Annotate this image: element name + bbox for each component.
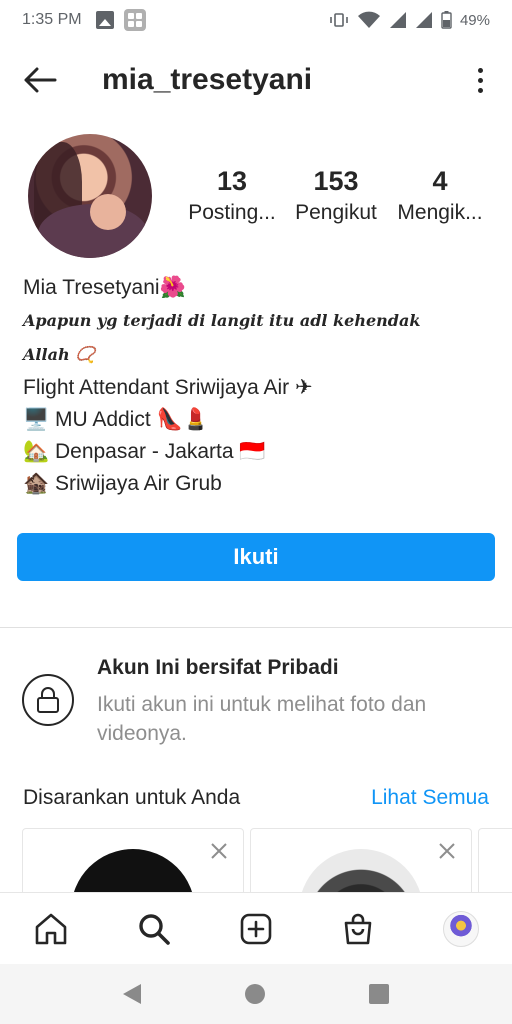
search-icon — [138, 913, 170, 945]
system-home-icon[interactable] — [245, 984, 265, 1004]
stat-following-label: Mengik... — [397, 201, 483, 224]
bio-group: 🏚️ Sriwijaya Air Grub — [23, 472, 222, 495]
status-time: 1:35 PM — [22, 11, 82, 28]
stat-posts-label: Posting... — [188, 201, 276, 224]
follow-button[interactable]: Ikuti — [17, 533, 495, 581]
profile-avatar[interactable] — [28, 134, 152, 258]
app-notification-icon — [123, 9, 146, 31]
arrow-left-icon — [24, 67, 57, 93]
nav-new-post[interactable] — [228, 901, 284, 957]
bio-occupation: Flight Attendant Sriwijaya Air ✈ — [23, 376, 313, 399]
system-navigation-bar — [0, 964, 512, 1024]
suggestion-card[interactable] — [478, 828, 512, 892]
close-icon[interactable] — [209, 841, 229, 861]
battery-percent: 49% — [459, 11, 490, 29]
lock-icon — [37, 687, 59, 713]
home-icon — [35, 913, 67, 944]
bio-line-addict: 🖥️ MU Addict 👠💄 — [23, 408, 209, 431]
stat-followers-count: 153 — [313, 166, 359, 196]
suggestion-card[interactable] — [22, 828, 244, 892]
profile-avatar-small — [442, 910, 479, 947]
bio-quote-line-2: Allah 📿 — [23, 345, 96, 364]
more-options-button[interactable] — [470, 62, 490, 98]
close-icon[interactable] — [437, 841, 457, 861]
private-notice-description: Ikuti akun ini untuk melihat foto dan vi… — [97, 693, 427, 745]
profile-stats: 13 Posting... 153 Pengikut 4 Mengik... — [180, 164, 492, 228]
profile-header: mia_tresetyani — [0, 52, 512, 108]
profile-display-name: Mia Tresetyani🌺 — [23, 276, 186, 299]
suggestion-avatar[interactable] — [71, 849, 195, 892]
private-account-notice: Akun Ini bersifat Pribadi Ikuti akun ini… — [22, 656, 492, 756]
suggestions-header: Disarankan untuk Anda Lihat Semua — [23, 786, 489, 810]
suggestions-title: Disarankan untuk Anda — [23, 786, 241, 809]
stat-followers-label: Pengikut — [295, 201, 377, 224]
stat-followers[interactable]: 153 Pengikut — [284, 164, 388, 228]
status-bar: 1:35 PM 49% — [0, 0, 512, 40]
private-notice-title: Akun Ini bersifat Pribadi — [97, 656, 339, 679]
nav-search[interactable] — [126, 901, 182, 957]
stat-posts[interactable]: 13 Posting... — [180, 164, 284, 228]
shopping-bag-icon — [345, 913, 372, 944]
profile-bio: Mia Tresetyani🌺 Apapun yg terjadi di lan… — [23, 272, 493, 500]
bio-quote-line-1: Apapun yg terjadi di langit itu adl kehe… — [23, 311, 421, 330]
suggestion-card[interactable] — [250, 828, 472, 892]
see-all-link[interactable]: Lihat Semua — [371, 786, 489, 810]
signal-x-icon — [415, 12, 432, 28]
section-divider — [0, 627, 512, 628]
image-notification-icon — [95, 11, 114, 29]
nav-home[interactable] — [23, 901, 79, 957]
vibrate-icon — [330, 13, 348, 27]
stat-following[interactable]: 4 Mengik... — [388, 164, 492, 228]
system-recents-icon[interactable] — [369, 984, 389, 1004]
plus-square-icon — [240, 913, 272, 944]
wifi-icon — [357, 11, 380, 28]
suggestions-carousel[interactable] — [22, 828, 512, 892]
suggestion-avatar[interactable] — [299, 849, 423, 892]
bottom-navigation — [0, 892, 512, 964]
battery-icon — [441, 11, 452, 29]
stat-posts-count: 13 — [216, 166, 248, 196]
lock-badge — [22, 674, 74, 726]
nav-shop[interactable] — [330, 901, 386, 957]
signal-icon — [389, 12, 406, 28]
back-button[interactable] — [22, 62, 58, 98]
more-vertical-icon — [477, 67, 483, 73]
system-back-icon[interactable] — [123, 984, 141, 1004]
page-title-username: mia_tresetyani — [102, 63, 313, 96]
stat-following-count: 4 — [432, 166, 448, 196]
nav-profile[interactable] — [433, 901, 489, 957]
bio-location: 🏡 Denpasar - Jakarta 🇮🇩 — [23, 440, 266, 463]
